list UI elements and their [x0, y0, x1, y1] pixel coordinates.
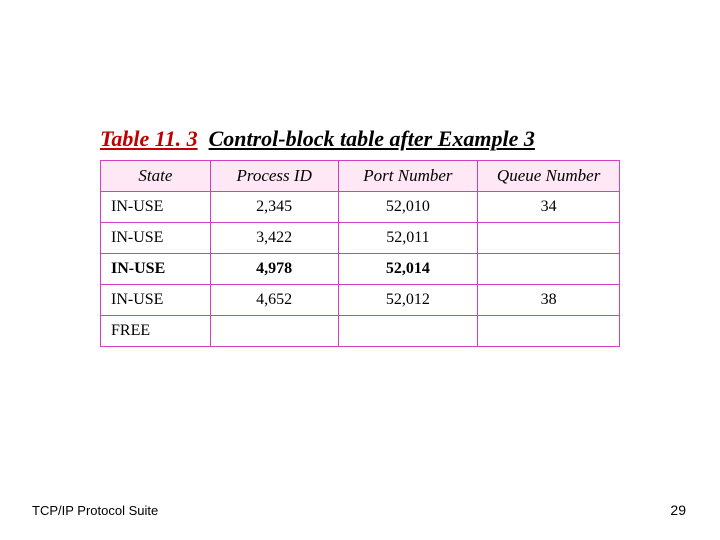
cell-pid: 4,652	[210, 285, 338, 316]
cell-port: 52,011	[338, 223, 478, 254]
cell-qn	[478, 223, 620, 254]
table-title: Control-block table after Example 3	[209, 126, 535, 151]
control-block-table: State Process ID Port Number Queue Numbe…	[100, 160, 620, 347]
cell-port	[338, 316, 478, 347]
table-caption: Table 11. 3 Control-block table after Ex…	[100, 126, 535, 152]
table-row: FREE	[101, 316, 620, 347]
cell-pid: 3,422	[210, 223, 338, 254]
col-header-queue-number: Queue Number	[478, 161, 620, 192]
cell-state: IN-USE	[101, 192, 211, 223]
cell-state: IN-USE	[101, 285, 211, 316]
table-header-row: State Process ID Port Number Queue Numbe…	[101, 161, 620, 192]
cell-state: FREE	[101, 316, 211, 347]
footer-source: TCP/IP Protocol Suite	[32, 503, 158, 518]
cell-state: IN-USE	[101, 223, 211, 254]
cell-state: IN-USE	[101, 254, 211, 285]
table-row: IN-USE 4,978 52,014	[101, 254, 620, 285]
col-header-port-number: Port Number	[338, 161, 478, 192]
cell-pid	[210, 316, 338, 347]
cell-qn	[478, 254, 620, 285]
cell-qn	[478, 316, 620, 347]
col-header-process-id: Process ID	[210, 161, 338, 192]
cell-pid: 2,345	[210, 192, 338, 223]
cell-port: 52,012	[338, 285, 478, 316]
table-row: IN-USE 4,652 52,012 38	[101, 285, 620, 316]
cell-port: 52,010	[338, 192, 478, 223]
cell-pid: 4,978	[210, 254, 338, 285]
cell-qn: 38	[478, 285, 620, 316]
page-number: 29	[670, 502, 686, 518]
col-header-state: State	[101, 161, 211, 192]
cell-port: 52,014	[338, 254, 478, 285]
table-number: Table 11. 3	[100, 126, 198, 151]
table-row: IN-USE 2,345 52,010 34	[101, 192, 620, 223]
table-row: IN-USE 3,422 52,011	[101, 223, 620, 254]
cell-qn: 34	[478, 192, 620, 223]
